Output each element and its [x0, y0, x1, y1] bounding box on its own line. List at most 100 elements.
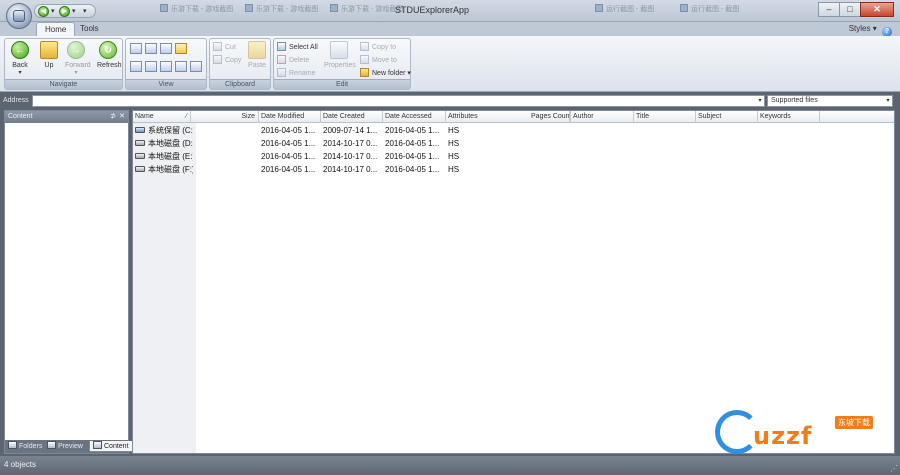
view-extra-large-icons-icon[interactable]: [130, 43, 142, 54]
qat-back-icon[interactable]: ◀: [38, 6, 49, 17]
refresh-button[interactable]: ↻ Refresh: [97, 41, 122, 79]
minimize-button[interactable]: –: [818, 2, 840, 17]
up-button[interactable]: Up: [38, 41, 60, 79]
view-medium-icons-icon[interactable]: [160, 43, 172, 54]
view-large-icons-icon[interactable]: [145, 43, 157, 54]
column-date-created[interactable]: Date Created: [321, 111, 383, 123]
cell-accessed: 2016-04-05 1...: [385, 152, 440, 161]
move-to-button[interactable]: Move to: [360, 55, 397, 66]
ribbon: ← Back ▾ Up → Forward ▾ ↻ Refresh Naviga…: [0, 36, 900, 92]
drive-icon: [135, 127, 145, 133]
ghost-task-4: 运行截图 - 截图: [595, 4, 654, 17]
refresh-icon: ↻: [99, 41, 117, 59]
scissors-icon: [213, 42, 222, 51]
column-pages-count[interactable]: Pages Count: [529, 111, 571, 123]
tab-folders[interactable]: Folders: [8, 441, 42, 452]
tab-preview[interactable]: Preview: [47, 441, 83, 452]
qat-customize-icon[interactable]: ▾: [83, 7, 87, 15]
qat-forward-icon[interactable]: ▶: [59, 6, 70, 17]
ghost-task-label: 运行截图 - 截图: [691, 6, 740, 13]
column-title[interactable]: Title: [634, 111, 696, 123]
window-title: STDUExplorerApp: [395, 5, 470, 15]
cell-attributes: HS: [448, 165, 460, 174]
view-group-icon[interactable]: [175, 61, 187, 72]
copy-button[interactable]: Copy: [213, 55, 241, 66]
file-filter-select[interactable]: Supported files: [767, 95, 893, 107]
app-menu-button[interactable]: [6, 3, 32, 29]
new-folder-icon: [360, 68, 369, 77]
styles-label: Styles: [848, 24, 871, 33]
table-row[interactable]: 本地磁盘 (D:) 2016-04-05 1... 2014-10-17 0..…: [133, 137, 894, 150]
view-sort-icon[interactable]: [160, 61, 172, 72]
ghost-task-label: 乐游下载 - 游戏截图: [256, 6, 319, 13]
view-thumbnails-icon[interactable]: [175, 43, 187, 54]
cell-attributes: HS: [448, 139, 460, 148]
tab-tools[interactable]: Tools: [72, 22, 107, 36]
view-list-icon[interactable]: [130, 61, 142, 72]
ghost-task-2: 乐游下载 - 游戏截图: [245, 4, 318, 17]
column-author[interactable]: Author: [571, 111, 634, 123]
resize-grip-icon[interactable]: ⋰: [890, 464, 898, 473]
maximize-button[interactable]: □: [839, 2, 861, 17]
new-folder-button[interactable]: New folder ▾: [360, 68, 411, 79]
left-pane-tabs: Folders Preview Content: [5, 440, 133, 453]
app-icon: [13, 10, 25, 22]
preview-icon: [47, 441, 56, 449]
view-details-icon[interactable]: [145, 61, 157, 72]
back-label: Back: [12, 62, 28, 69]
copy-to-button[interactable]: Copy to: [360, 42, 396, 53]
sort-asc-icon: ⁄: [185, 113, 187, 120]
table-row[interactable]: 系统保留 (C:) 2016-04-05 1... 2009-07-14 1..…: [133, 124, 894, 137]
cell-accessed: 2016-04-05 1...: [385, 126, 440, 135]
rename-button[interactable]: Rename: [277, 68, 315, 79]
tab-home[interactable]: Home: [36, 22, 76, 36]
filter-dropdown-icon[interactable]: ▾: [884, 96, 892, 106]
select-all-button[interactable]: Select All: [277, 42, 318, 53]
address-input[interactable]: [32, 95, 765, 107]
rename-icon: [277, 68, 286, 77]
cell-created: 2014-10-17 0...: [323, 165, 378, 174]
table-row[interactable]: 本地磁盘 (F:) 2016-04-05 1... 2014-10-17 0..…: [133, 163, 894, 176]
watermark-tag: 东坡下载: [835, 416, 873, 429]
back-button[interactable]: ← Back ▾: [9, 41, 31, 79]
table-row[interactable]: 本地磁盘 (E:) 2016-04-05 1... 2014-10-17 0..…: [133, 150, 894, 163]
drive-name: 本地磁盘 (E:): [148, 152, 193, 161]
cell-modified: 2016-04-05 1...: [261, 165, 316, 174]
delete-button[interactable]: Delete: [277, 55, 309, 66]
ghost-task-label: 乐游下载 - 游戏截图: [171, 6, 234, 13]
address-dropdown-icon[interactable]: ▾: [756, 96, 764, 106]
properties-button[interactable]: Properties: [324, 41, 356, 79]
column-date-accessed[interactable]: Date Accessed: [383, 111, 446, 123]
column-keywords[interactable]: Keywords: [758, 111, 820, 123]
delete-label: Delete: [289, 57, 310, 64]
view-columns-icon[interactable]: [190, 61, 202, 72]
copy-to-label: Copy to: [372, 44, 397, 51]
column-size[interactable]: Size: [191, 111, 259, 123]
qat-back-dropdown-icon[interactable]: ▾: [51, 7, 55, 15]
refresh-label: Refresh: [97, 62, 122, 69]
cell-name: 本地磁盘 (D:): [133, 137, 193, 150]
forward-button[interactable]: → Forward ▾: [65, 41, 91, 79]
close-pane-icon[interactable]: ✕: [119, 111, 125, 123]
column-date-modified[interactable]: Date Modified: [259, 111, 321, 123]
forward-arrow-icon: →: [67, 41, 85, 59]
tab-content-label: Content: [104, 443, 129, 450]
cell-created: 2014-10-17 0...: [323, 139, 378, 148]
close-button[interactable]: ✕: [860, 2, 894, 17]
edit-caption: Edit: [274, 79, 410, 89]
group-navigate: ← Back ▾ Up → Forward ▾ ↻ Refresh Naviga…: [4, 38, 123, 90]
paste-button[interactable]: Paste: [246, 41, 268, 79]
tab-content[interactable]: Content: [89, 441, 133, 452]
pin-icon[interactable]: ⊅: [110, 111, 116, 123]
column-name[interactable]: Name ⁄: [133, 111, 191, 123]
window-controls: – □ ✕: [818, 2, 894, 18]
left-pane-title: Content: [8, 113, 33, 120]
styles-menu[interactable]: Styles ▾ ?: [849, 23, 892, 37]
qat-forward-dropdown-icon[interactable]: ▾: [72, 7, 76, 15]
address-label: Address: [3, 97, 29, 104]
cell-modified: 2016-04-05 1...: [261, 126, 316, 135]
cell-created: 2014-10-17 0...: [323, 152, 378, 161]
cut-button[interactable]: Cut: [213, 42, 236, 53]
column-subject[interactable]: Subject: [696, 111, 758, 123]
cell-created: 2009-07-14 1...: [323, 126, 378, 135]
